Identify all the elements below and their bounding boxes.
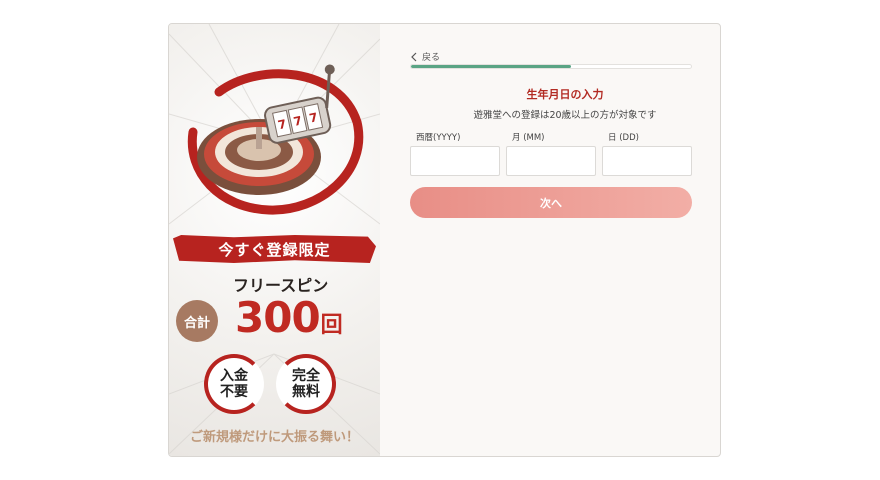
totally-free-badge: 完全 無料 <box>276 354 336 414</box>
registration-modal: 7 7 7 今すぐ登録限定 フリースピン 合計 300回 入金 不要 完全 無料… <box>168 23 721 457</box>
form-title: 生年月日の入力 <box>526 88 604 101</box>
spin-count: 300回 <box>235 292 343 352</box>
day-input[interactable] <box>602 146 692 176</box>
promo-tagline: ご新規様だけに大振る舞い！ <box>189 430 359 445</box>
year-label: 西暦(YYYY) <box>416 133 461 143</box>
month-input[interactable] <box>506 146 596 176</box>
roulette-slot-icon: 7 7 7 <box>187 64 364 215</box>
back-label: 戻る <box>422 53 441 63</box>
birthdate-form: 戻る 生年月日の入力 遊雅堂への登録は20歳以上の方が対象です 西暦(YYYY)… <box>380 24 720 456</box>
totally-free-line1: 完全 <box>292 368 320 384</box>
totally-free-line2: 無料 <box>292 384 320 400</box>
form-subtitle: 遊雅堂への登録は20歳以上の方が対象です <box>473 110 657 121</box>
progress-bar <box>410 64 692 69</box>
month-label: 月 (MM) <box>512 133 545 143</box>
no-deposit-line1: 入金 <box>220 368 248 384</box>
progress-fill <box>411 65 571 68</box>
promo-panel: 7 7 7 今すぐ登録限定 フリースピン 合計 300回 入金 不要 完全 無料… <box>169 24 380 456</box>
back-link[interactable]: 戻る <box>410 50 440 63</box>
year-input[interactable] <box>410 146 500 176</box>
promo-banner: 今すぐ登録限定 <box>173 235 376 263</box>
total-badge: 合計 <box>176 300 218 342</box>
day-label: 日 (DD) <box>608 133 639 143</box>
chevron-left-icon <box>411 52 417 61</box>
spin-count-number: 300 <box>235 293 321 342</box>
spin-count-unit: 回 <box>320 313 343 338</box>
no-deposit-badge: 入金 不要 <box>204 354 264 414</box>
next-button[interactable]: 次へ <box>410 187 692 218</box>
no-deposit-line2: 不要 <box>220 384 248 400</box>
